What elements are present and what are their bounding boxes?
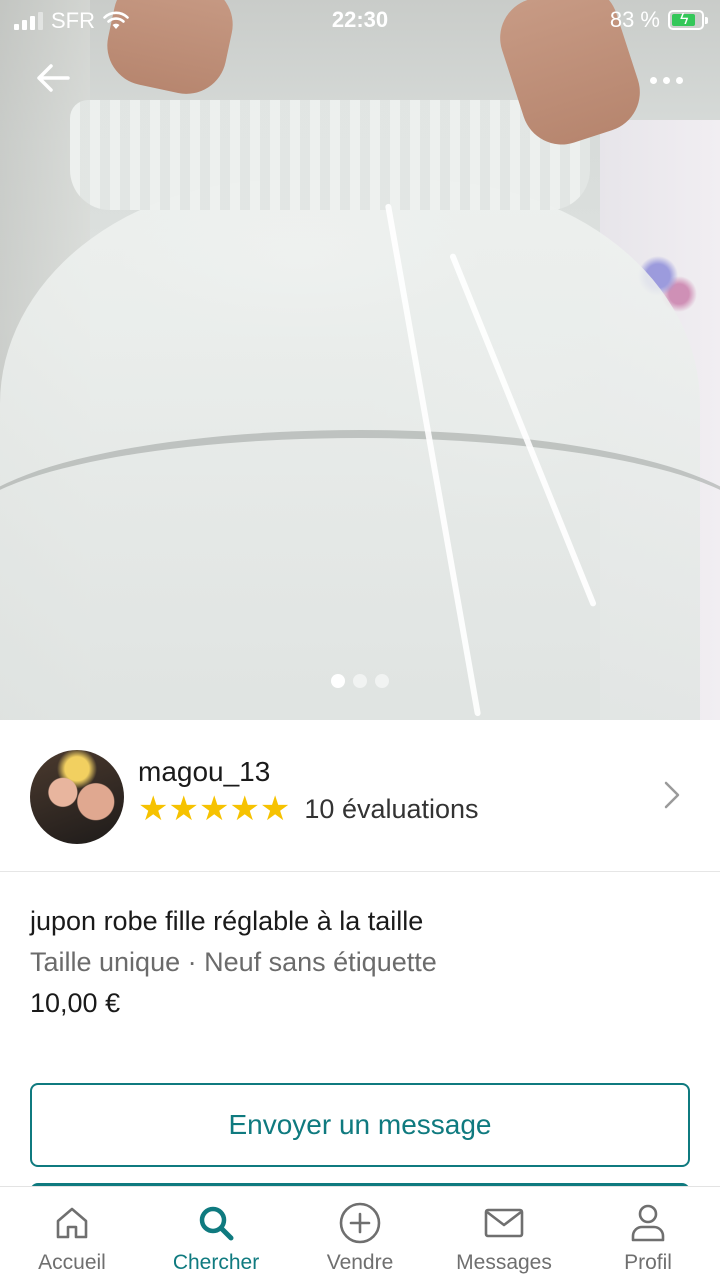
home-icon: [56, 1207, 88, 1239]
petticoat-waistband: [70, 100, 590, 210]
seller-row[interactable]: magou_13 ★★★★★ 10 évaluations: [0, 720, 720, 872]
carousel-dot-3[interactable]: [375, 674, 389, 688]
tab-chercher[interactable]: Chercher: [144, 1187, 288, 1280]
tab-label: Messages: [456, 1251, 552, 1274]
back-button[interactable]: [28, 56, 78, 100]
carousel-indicator: [0, 674, 720, 688]
bottom-tab-bar: Accueil Chercher Vendre Messages Profil: [0, 1186, 720, 1280]
user-icon: [631, 1204, 665, 1242]
chevron-right-icon: [664, 781, 680, 809]
more-dots-icon: [649, 76, 657, 84]
tab-label: Accueil: [38, 1251, 106, 1274]
tab-accueil[interactable]: Accueil: [0, 1187, 144, 1280]
product-photo[interactable]: [0, 0, 720, 720]
seller-username: magou_13: [138, 756, 271, 787]
tab-vendre[interactable]: Vendre: [288, 1187, 432, 1280]
item-price: 10,00 €: [30, 988, 121, 1018]
avatar[interactable]: [30, 750, 124, 844]
reviews-count: 10 évaluations: [304, 793, 479, 824]
petticoat-hoop: [0, 430, 720, 630]
tab-profil[interactable]: Profil: [576, 1187, 720, 1280]
battery-icon: ϟ: [668, 10, 708, 30]
plus-circle-icon: [339, 1202, 381, 1244]
tab-messages[interactable]: Messages: [432, 1187, 576, 1280]
send-message-button[interactable]: Envoyer un message: [30, 1083, 690, 1167]
carousel-dot-2[interactable]: [353, 674, 367, 688]
arrow-left-icon: [37, 64, 70, 92]
tab-label: Vendre: [326, 1251, 394, 1274]
seller-rating: ★★★★★ 10 évaluations: [138, 792, 479, 826]
item-title: jupon robe fille réglable à la taille: [30, 906, 424, 936]
item-meta: Taille unique · Neuf sans étiquette: [30, 947, 437, 977]
search-icon: [199, 1206, 234, 1241]
tab-label: Profil: [624, 1251, 672, 1274]
tab-label: Chercher: [172, 1251, 260, 1274]
carousel-dot-1[interactable]: [331, 674, 345, 688]
item-details: jupon robe fille réglable à la taille Ta…: [30, 906, 690, 1019]
battery-percent: 83 %: [609, 7, 660, 32]
more-options-button[interactable]: [636, 62, 696, 98]
mail-icon: [484, 1208, 524, 1238]
star-rating-icon: ★★★★★: [138, 790, 291, 828]
status-bar: SFR 22:30 83 % ϟ: [0, 0, 720, 40]
